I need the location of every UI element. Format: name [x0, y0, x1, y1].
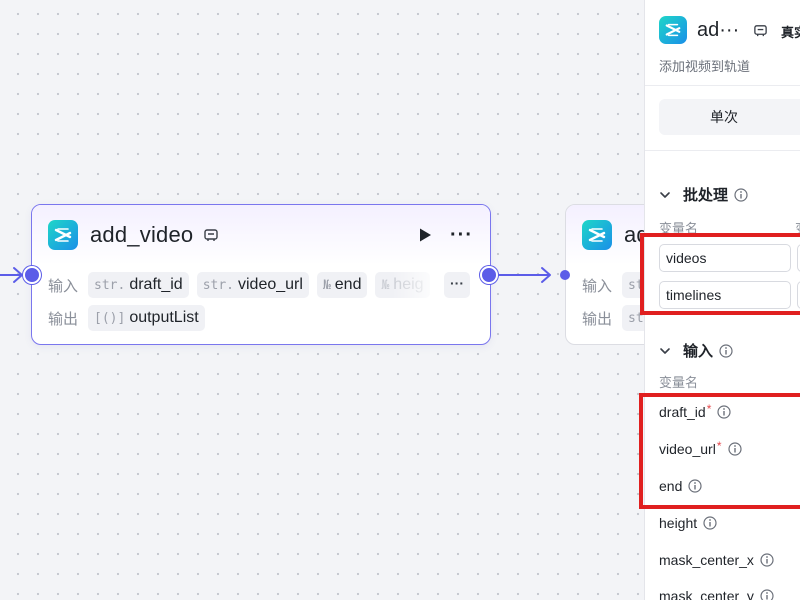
param-height: height [659, 515, 717, 531]
capcut-icon [582, 220, 612, 250]
inputs-col-var: 变量名 [659, 375, 699, 390]
param-mask-center-x: mask_center_x [659, 552, 774, 568]
add-video-node[interactable]: add_video ··· 输入 str. draft_id str. video_… [31, 204, 491, 345]
inputs-row: 输入 str.draft_id str.video_url №end №heig [48, 272, 438, 298]
panel-title: ad··· [697, 19, 740, 41]
next-inputs-label: 输入 [582, 277, 613, 295]
input-tag-end: № end [316, 272, 368, 298]
plugin-icon [754, 25, 767, 37]
info-icon[interactable] [719, 343, 733, 358]
input-tag-draft-id: str. draft_id [88, 272, 189, 298]
inputs-section-header[interactable]: 输入 [659, 340, 733, 361]
panel-description: 添加视频到轨道 [659, 59, 751, 74]
capcut-icon [48, 220, 78, 250]
input-tag-video-url: str. video_url [196, 272, 309, 298]
info-icon[interactable] [734, 187, 748, 202]
run-mode-tabs: 单次 [645, 87, 800, 151]
outputs-label: 输出 [48, 310, 79, 328]
info-icon[interactable] [760, 589, 774, 600]
plugin-icon [204, 229, 219, 241]
outputs-row: 输出 [()] outputList [48, 305, 213, 331]
batch-section-header[interactable]: 批处理 [659, 184, 748, 205]
output-tag-outputlist: [()] outputList [88, 305, 205, 331]
run-icon[interactable] [417, 227, 433, 243]
connection-edge[interactable] [498, 264, 558, 286]
overflow-fade [392, 271, 444, 299]
inputs-label: 输入 [48, 277, 79, 295]
inputs-section-title: 输入 [683, 343, 714, 360]
tab-single[interactable]: 单次 [659, 99, 800, 135]
panel-header: ad··· 真实 添加视频到轨道 [645, 0, 800, 86]
info-icon[interactable] [703, 516, 717, 530]
capcut-icon [659, 16, 687, 44]
batch-section-title: 批处理 [683, 187, 729, 204]
real-run-toggle[interactable]: 真实 [781, 22, 800, 41]
input-port[interactable] [23, 266, 41, 284]
chevron-down-icon [660, 347, 670, 354]
param-mask-center-y: mask_center_y [659, 588, 774, 600]
info-icon[interactable] [760, 553, 774, 567]
incoming-edge [0, 267, 23, 283]
node-title: add_video [90, 222, 194, 247]
highlight-box-inputs [639, 393, 800, 509]
chevron-down-icon [660, 191, 670, 198]
more-inputs-button[interactable]: ··· [444, 272, 470, 298]
output-port[interactable] [480, 266, 498, 284]
more-options-icon[interactable]: ··· [450, 225, 473, 245]
next-input-port[interactable] [560, 270, 570, 280]
highlight-box-batch [640, 233, 800, 315]
next-outputs-label: 输出 [582, 310, 613, 328]
